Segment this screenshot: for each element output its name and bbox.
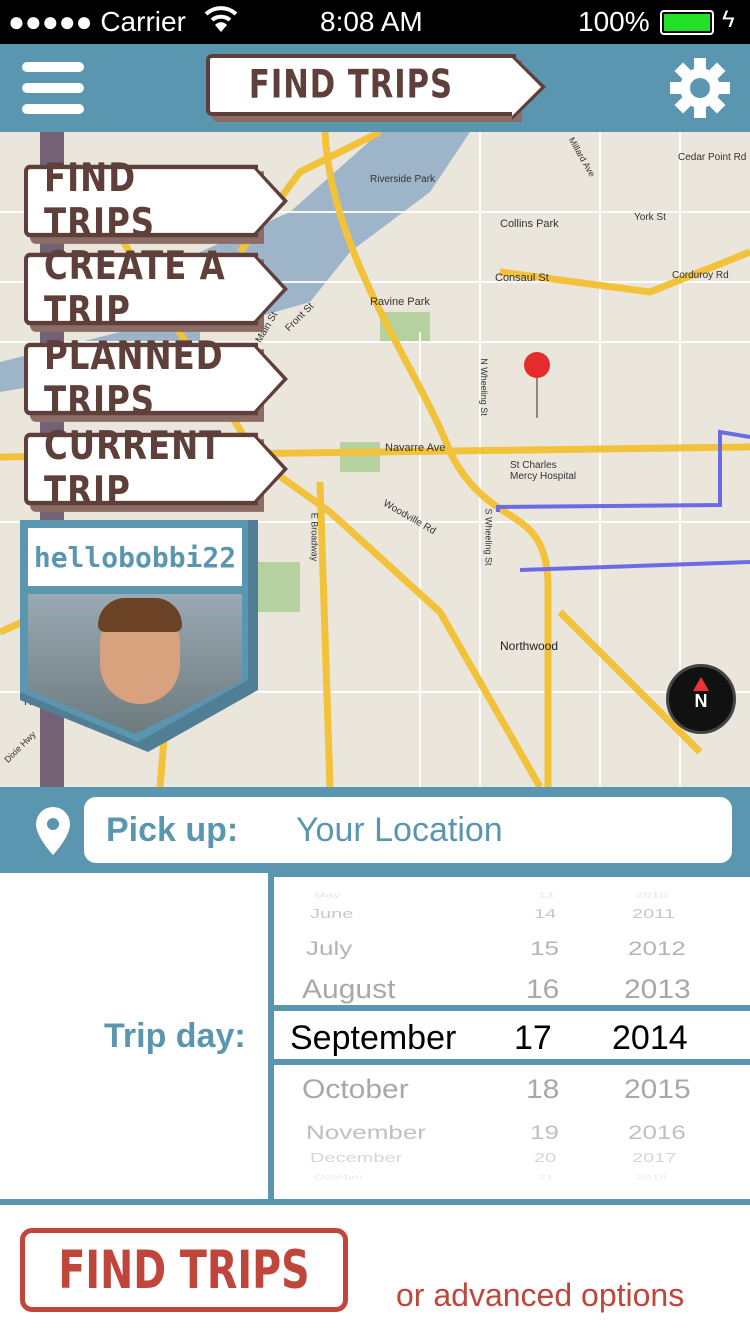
- picker-option-years[interactable]: 2016: [628, 1121, 686, 1145]
- hamburger-icon[interactable]: [22, 62, 84, 114]
- trip-day-picker: Trip day: May 13 2010 June 14 2011 July 15 2012 A…: [0, 873, 750, 1205]
- profile-card[interactable]: hellobobbi22: [20, 520, 260, 755]
- picker-selected-months[interactable]: September: [290, 1019, 456, 1058]
- picker-option-months[interactable]: May: [314, 891, 340, 899]
- map-label: Ravine Park: [370, 296, 430, 308]
- map-label: Collins Park: [500, 218, 559, 230]
- trip-day-label: Trip day:: [104, 1017, 246, 1055]
- picker-option-months[interactable]: October: [314, 1173, 364, 1181]
- picker-option-years[interactable]: 2012: [628, 937, 686, 961]
- battery-percent: 100%: [578, 6, 650, 37]
- battery-icon: [660, 10, 714, 35]
- map-label: Northwood: [500, 639, 559, 653]
- picker-option-months[interactable]: December: [310, 1151, 402, 1166]
- picker-option-days[interactable]: 14: [534, 907, 556, 922]
- picker-option-days[interactable]: 15: [530, 937, 559, 961]
- advanced-options-link[interactable]: or advanced options: [396, 1277, 684, 1314]
- menu-item-find-trips[interactable]: FIND TRIPS: [24, 156, 288, 246]
- menu-item-label: PLANNED TRIPS: [44, 333, 224, 425]
- picker-option-years[interactable]: 2010: [636, 891, 667, 899]
- picker-option-days[interactable]: 18: [526, 1075, 559, 1105]
- header: FIND TRIPS: [0, 44, 750, 132]
- compass-icon[interactable]: N: [666, 664, 736, 734]
- map-label: N Wheeling St: [478, 358, 489, 416]
- find-trips-button[interactable]: FIND TRIPS: [20, 1228, 348, 1312]
- picker-option-days[interactable]: 13: [538, 891, 554, 899]
- picker-option-years[interactable]: 2015: [624, 1075, 691, 1105]
- status-bar: ●●●●● Carrier 8:08 AM 100% ϟ: [0, 0, 750, 44]
- find-trips-label: FIND TRIPS: [58, 1239, 310, 1301]
- map-label: Cedar Point Rd: [678, 152, 747, 163]
- page-title: FIND TRIPS: [248, 62, 454, 108]
- picker-option-years[interactable]: 2018: [636, 1173, 667, 1181]
- picker-option-days[interactable]: 21: [538, 1173, 554, 1181]
- picker-option-months[interactable]: October: [302, 1075, 409, 1105]
- pickup-bar: Pick up: Your Location: [0, 787, 750, 873]
- username: hellobobbi22: [28, 528, 242, 586]
- menu-item-label: CREATE A TRIP: [44, 243, 226, 335]
- map-label: E Broadway: [309, 512, 320, 562]
- picker-selected-years[interactable]: 2014: [612, 1019, 688, 1058]
- picker-option-months[interactable]: June: [310, 907, 353, 922]
- compass-label: N: [694, 691, 708, 711]
- clock: 8:08 AM: [320, 6, 423, 37]
- picker-option-months[interactable]: July: [306, 937, 352, 961]
- map-label: York St: [634, 212, 666, 223]
- map-label: Consaul St: [495, 272, 549, 284]
- map-label: Riverside Park: [370, 174, 436, 185]
- map-label: Corduroy Rd: [672, 270, 729, 281]
- action-bar: FIND TRIPS or advanced options: [0, 1203, 750, 1334]
- pickup-label: Pick up:: [106, 811, 239, 849]
- map-label: S Wheeling St: [483, 508, 494, 566]
- menu-item-create-trip[interactable]: CREATE A TRIP: [24, 244, 288, 334]
- picker-option-days[interactable]: 19: [530, 1121, 559, 1145]
- map-label: St Charles Mercy Hospital: [510, 460, 577, 482]
- pickup-input[interactable]: Pick up: Your Location: [84, 797, 732, 863]
- gear-icon[interactable]: [668, 56, 732, 125]
- picker-selected-days[interactable]: 17: [514, 1019, 552, 1058]
- menu-item-label: FIND TRIPS: [44, 155, 156, 247]
- picker-option-days[interactable]: 20: [534, 1151, 556, 1166]
- picker-option-months[interactable]: November: [306, 1121, 426, 1145]
- location-pin-icon[interactable]: [524, 352, 550, 422]
- menu-item-planned-trips[interactable]: PLANNED TRIPS: [24, 334, 288, 424]
- picker-option-years[interactable]: 2017: [632, 1151, 677, 1166]
- header-title-sign: FIND TRIPS: [206, 54, 546, 120]
- menu-item-current-trip[interactable]: CURRENT TRIP: [24, 424, 288, 514]
- charging-icon: ϟ: [722, 6, 735, 33]
- picker-option-years[interactable]: 2013: [624, 975, 691, 1005]
- location-marker-icon: [36, 807, 70, 855]
- pickup-value: Your Location: [296, 811, 503, 849]
- picker-option-days[interactable]: 16: [526, 975, 559, 1005]
- picker-option-years[interactable]: 2011: [632, 907, 675, 922]
- carrier: ●●●●● Carrier: [8, 6, 186, 37]
- map-view[interactable]: Riverside Park Collins Park Consaul St R…: [0, 132, 750, 787]
- wifi-icon: [204, 4, 238, 41]
- picker-option-months[interactable]: August: [302, 975, 395, 1005]
- menu-item-label: CURRENT TRIP: [44, 423, 223, 515]
- map-label: Navarre Ave: [385, 442, 446, 454]
